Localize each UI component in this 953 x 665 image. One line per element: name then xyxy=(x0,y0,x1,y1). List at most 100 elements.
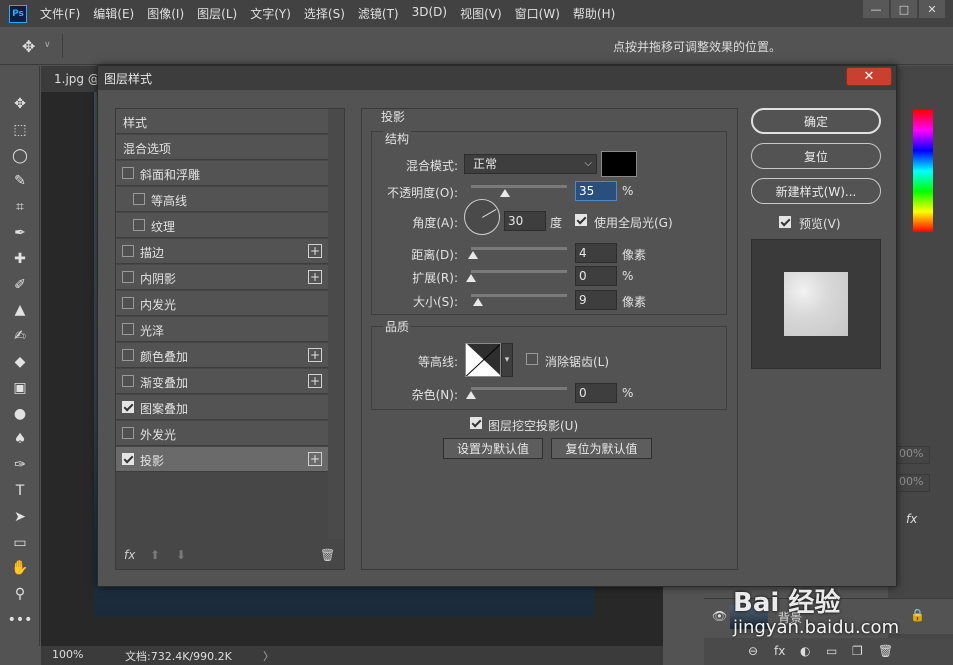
layer-knocks-out-shadow-checkbox[interactable] xyxy=(470,417,482,429)
style-item[interactable]: 样式 xyxy=(116,109,328,134)
tool-preset-caret-icon[interactable]: ∨ xyxy=(44,40,51,50)
move-effect-down-icon[interactable]: ⬇ xyxy=(176,548,186,562)
menu-item-8[interactable]: 视图(V) xyxy=(460,5,502,22)
dialog-title-bar[interactable]: 图层样式 ✕ xyxy=(98,66,896,90)
link-layers-icon[interactable]: ⊖ xyxy=(748,644,758,658)
style-item-checkbox[interactable] xyxy=(122,297,134,309)
style-item-checkbox[interactable] xyxy=(122,323,134,335)
delete-effect-trash-icon[interactable]: 🗑 xyxy=(320,548,335,562)
hand-tool-icon[interactable]: ✋ xyxy=(10,558,30,578)
make-default-button[interactable]: 设置为默认值 xyxy=(443,438,543,459)
add-layer-style-fx-icon[interactable]: fx xyxy=(774,644,785,658)
menu-item-6[interactable]: 滤镜(T) xyxy=(358,5,399,22)
add-effect-plus-icon[interactable]: + xyxy=(308,348,322,362)
status-menu-arrow-icon[interactable]: 〉 xyxy=(263,648,274,664)
style-item[interactable]: 内发光 xyxy=(116,291,328,316)
move-tool-icon[interactable]: ✥ xyxy=(10,94,30,114)
layer-visibility-eye-icon[interactable]: 👁 xyxy=(712,609,727,623)
layer-fx-icon[interactable]: fx xyxy=(906,512,917,526)
new-style-button[interactable]: 新建样式(W)... xyxy=(751,178,881,204)
angle-input[interactable]: 30 xyxy=(504,211,546,231)
new-group-icon[interactable]: ▭ xyxy=(826,644,837,658)
zoom-tool-icon[interactable]: ⚲ xyxy=(10,584,30,604)
color-spectrum[interactable] xyxy=(913,110,933,232)
menu-item-4[interactable]: 文字(Y) xyxy=(250,5,291,22)
menu-item-0[interactable]: 文件(F) xyxy=(40,5,80,22)
style-item[interactable]: 图案叠加 xyxy=(116,395,328,420)
add-effect-plus-icon[interactable]: + xyxy=(308,244,322,258)
style-item-checkbox[interactable] xyxy=(122,167,134,179)
fill-field[interactable]: 00% xyxy=(896,474,930,492)
style-item[interactable]: 描边 + xyxy=(116,239,328,264)
style-item-checkbox[interactable] xyxy=(122,427,134,439)
menu-item-2[interactable]: 图像(I) xyxy=(147,5,184,22)
spread-input[interactable]: 0 xyxy=(575,266,617,286)
add-effect-plus-icon[interactable]: + xyxy=(308,374,322,388)
move-tool-icon[interactable]: ✥ xyxy=(22,37,35,56)
style-item[interactable]: 光泽 xyxy=(116,317,328,342)
dialog-close-button[interactable]: ✕ xyxy=(846,67,892,86)
size-input[interactable]: 9 xyxy=(575,290,617,310)
menu-item-9[interactable]: 窗口(W) xyxy=(515,5,560,22)
marquee-tool-icon[interactable]: ⬚ xyxy=(10,120,30,140)
blur-tool-icon[interactable]: ● xyxy=(10,404,30,424)
shadow-color-swatch[interactable] xyxy=(601,151,637,177)
quick-select-tool-icon[interactable]: ✎ xyxy=(10,171,30,191)
contour-preview[interactable] xyxy=(465,343,501,377)
stamp-tool-icon[interactable]: ▲ xyxy=(10,300,30,320)
style-item-checkbox[interactable] xyxy=(122,245,134,257)
ok-button[interactable]: 确定 xyxy=(751,108,881,134)
close-window-button[interactable]: ✕ xyxy=(919,0,945,18)
spread-slider-track[interactable] xyxy=(471,270,567,273)
noise-slider-thumb[interactable] xyxy=(466,391,476,399)
style-item[interactable]: 纹理 xyxy=(116,213,328,238)
shape-tool-icon[interactable]: ▭ xyxy=(10,533,30,553)
style-item-checkbox[interactable] xyxy=(122,271,134,283)
dodge-tool-icon[interactable]: ♠ xyxy=(10,429,30,449)
menu-item-7[interactable]: 3D(D) xyxy=(412,5,447,22)
reset-to-default-button[interactable]: 复位为默认值 xyxy=(551,438,652,459)
pen-tool-icon[interactable]: ✑ xyxy=(10,455,30,475)
menu-item-5[interactable]: 选择(S) xyxy=(304,5,345,22)
new-layer-icon[interactable]: ❐ xyxy=(852,644,863,658)
distance-slider-track[interactable] xyxy=(471,247,567,250)
angle-dial[interactable] xyxy=(464,199,500,235)
distance-slider-thumb[interactable] xyxy=(467,251,478,259)
menu-item-1[interactable]: 编辑(E) xyxy=(93,5,134,22)
eyedropper-tool-icon[interactable]: ✒ xyxy=(10,223,30,243)
style-item[interactable]: 颜色叠加 + xyxy=(116,343,328,368)
preview-checkbox[interactable] xyxy=(779,216,791,228)
minimize-button[interactable]: — xyxy=(863,0,889,18)
style-item[interactable]: 外发光 xyxy=(116,421,328,446)
menu-item-10[interactable]: 帮助(H) xyxy=(573,5,615,22)
reset-button[interactable]: 复位 xyxy=(751,143,881,169)
style-item[interactable]: 斜面和浮雕 xyxy=(116,161,328,186)
style-item[interactable]: 内阴影 + xyxy=(116,265,328,290)
style-item-checkbox[interactable] xyxy=(133,219,145,231)
distance-input[interactable]: 4 xyxy=(575,243,617,263)
more-tools-icon[interactable]: ••• xyxy=(8,610,33,630)
blend-mode-select[interactable]: 正常 ⌵ xyxy=(464,154,597,174)
lasso-tool-icon[interactable]: ◯ xyxy=(10,146,30,166)
opacity-slider-thumb[interactable] xyxy=(499,189,510,197)
path-select-tool-icon[interactable]: ➤ xyxy=(10,507,30,527)
add-effect-plus-icon[interactable]: + xyxy=(308,270,322,284)
opacity-input[interactable]: 35 xyxy=(575,181,617,201)
history-brush-tool-icon[interactable]: ✍ xyxy=(10,326,30,346)
style-item-checkbox[interactable] xyxy=(122,375,134,387)
style-list-scrollbar[interactable] xyxy=(328,109,344,539)
style-item[interactable]: 投影 + xyxy=(116,447,328,472)
style-item[interactable]: 混合选项 xyxy=(116,135,328,160)
adjustment-layer-icon[interactable]: ◐ xyxy=(800,644,810,658)
anti-alias-checkbox[interactable] xyxy=(526,353,538,365)
noise-slider-track[interactable] xyxy=(471,387,567,390)
gradient-tool-icon[interactable]: ▣ xyxy=(10,378,30,398)
style-item[interactable]: 等高线 xyxy=(116,187,328,212)
zoom-level[interactable]: 100% xyxy=(52,648,83,661)
style-item-checkbox[interactable] xyxy=(122,453,134,465)
style-item-checkbox[interactable] xyxy=(122,349,134,361)
spread-slider-thumb[interactable] xyxy=(466,274,476,282)
menu-item-3[interactable]: 图层(L) xyxy=(197,5,237,22)
brush-tool-icon[interactable]: ✐ xyxy=(10,275,30,295)
style-item[interactable]: 渐变叠加 + xyxy=(116,369,328,394)
